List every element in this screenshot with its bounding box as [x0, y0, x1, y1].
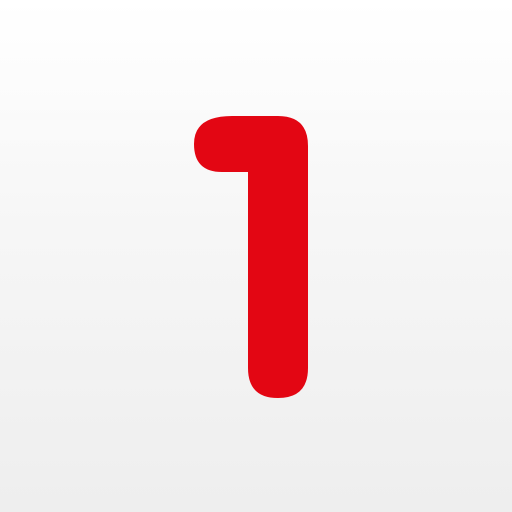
number-one-glyph	[194, 116, 308, 398]
app-icon-background	[0, 0, 512, 512]
number-one-icon	[194, 116, 308, 398]
